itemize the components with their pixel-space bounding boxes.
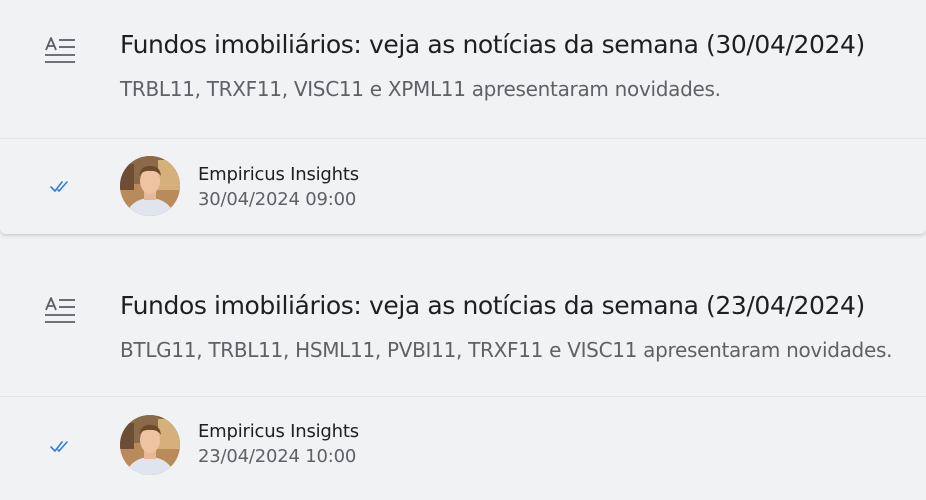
double-check-icon: [50, 179, 70, 193]
post-header[interactable]: Fundos imobiliários: veja as notícias da…: [0, 260, 926, 397]
post-datetime: 23/04/2024 10:00: [198, 446, 357, 467]
post-header[interactable]: Fundos imobiliários: veja as notícias da…: [0, 0, 926, 139]
avatar[interactable]: [120, 415, 180, 475]
post-footer: Empiricus Insights 30/04/2024 09:00: [0, 139, 926, 234]
post-description: TRBL11, TRXF11, VISC11 e XPML11 apresent…: [120, 77, 721, 101]
post-card[interactable]: Fundos imobiliários: veja as notícias da…: [0, 260, 926, 500]
post-footer: Empiricus Insights 23/04/2024 10:00: [0, 397, 926, 492]
author-name[interactable]: Empiricus Insights: [198, 164, 359, 185]
post-description: BTLG11, TRBL11, HSML11, PVBI11, TRXF11 e…: [120, 338, 893, 362]
double-check-icon: [50, 439, 70, 453]
post-datetime: 30/04/2024 09:00: [198, 189, 357, 210]
article-icon: [44, 296, 76, 324]
post-title[interactable]: Fundos imobiliários: veja as notícias da…: [120, 30, 865, 59]
article-icon: [44, 36, 76, 64]
author-name[interactable]: Empiricus Insights: [198, 421, 359, 442]
post-title[interactable]: Fundos imobiliários: veja as notícias da…: [120, 291, 865, 320]
post-card[interactable]: Fundos imobiliários: veja as notícias da…: [0, 0, 926, 234]
avatar[interactable]: [120, 156, 180, 216]
